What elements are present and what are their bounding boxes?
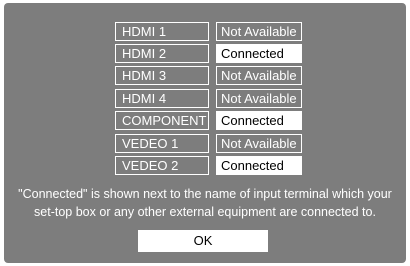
input-status-dialog: HDMI 1 Not Available HDMI 2 Connected HD… — [4, 3, 406, 263]
connection-note-line-2: set-top box or any other external equipm… — [34, 205, 376, 219]
connection-note-line-1: "Connected" is shown next to the name of… — [18, 187, 392, 201]
input-status: Not Available — [216, 134, 302, 153]
input-status: Not Available — [216, 89, 302, 108]
input-name: VEDEO 2 — [115, 156, 209, 175]
input-status: Connected — [216, 156, 302, 175]
connection-note: "Connected" is shown next to the name of… — [4, 185, 406, 221]
input-status: Connected — [216, 111, 302, 130]
input-name: VEDEO 1 — [115, 134, 209, 153]
input-name: HDMI 2 — [115, 44, 209, 63]
input-name: COMPONENT — [115, 111, 209, 130]
input-status: Not Available — [216, 22, 302, 41]
input-status: Connected — [216, 44, 302, 63]
input-name: HDMI 4 — [115, 89, 209, 108]
ok-button[interactable]: OK — [138, 230, 268, 252]
input-status: Not Available — [216, 66, 302, 85]
input-name: HDMI 1 — [115, 22, 209, 41]
input-name: HDMI 3 — [115, 66, 209, 85]
